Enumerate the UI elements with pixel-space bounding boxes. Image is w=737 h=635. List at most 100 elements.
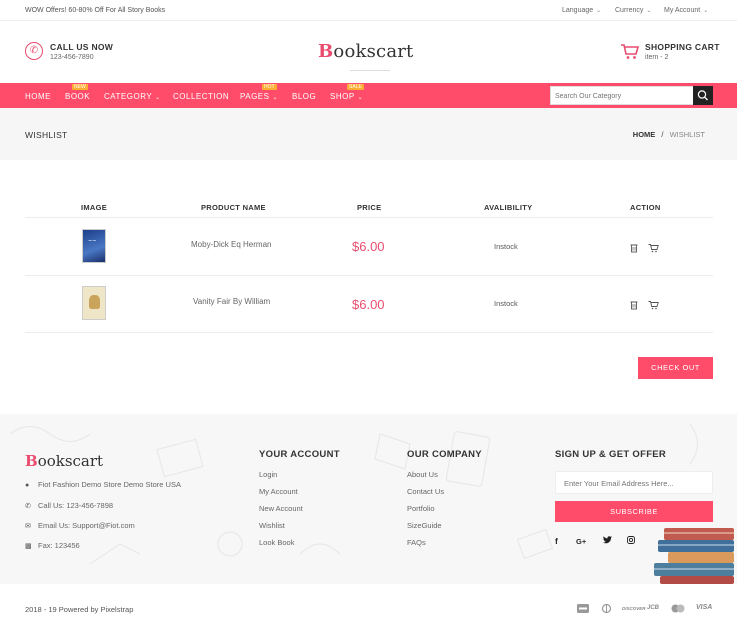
chevron-down-icon: ⌄ — [703, 8, 709, 14]
book-cover-image[interactable]: ~~ — [82, 229, 106, 263]
product-price: $6.00 — [352, 239, 385, 254]
visa-icon: VISA — [696, 604, 713, 611]
breadcrumb-current: WISHLIST — [669, 130, 705, 139]
search-box — [550, 86, 713, 105]
footer-link-portfolio[interactable]: Portfolio — [407, 504, 435, 513]
instagram-icon[interactable] — [627, 536, 635, 546]
shopping-cart-title[interactable]: SHOPPING CART — [645, 42, 720, 52]
footer-link-new-account[interactable]: New Account — [259, 504, 303, 513]
footer-fax: ▩ Fax: 123456 — [25, 541, 80, 550]
chevron-down-icon: ⌄ — [272, 95, 279, 101]
mastercard-icon — [670, 604, 686, 615]
footer-address: ● Fiot Fashion Demo Store Demo Store USA — [25, 480, 181, 489]
logo-letter: B — [25, 452, 38, 470]
books-stack-illustration — [654, 528, 734, 584]
column-header-price: PRICE — [357, 203, 382, 212]
site-logo[interactable]: Bookscart — [318, 41, 414, 62]
product-price: $6.00 — [352, 297, 385, 312]
nav-item-home[interactable]: HOME — [25, 92, 51, 101]
phone-icon: ✆ — [25, 503, 31, 510]
footer-link-look-book[interactable]: Look Book — [259, 538, 294, 547]
nav-item-pages[interactable]: PAGES ⌄ HOT — [240, 84, 279, 101]
address-text: Fiot Fashion Demo Store Demo Store USA — [38, 480, 181, 489]
breadcrumb: HOME / WISHLIST — [633, 130, 705, 139]
diners-icon — [601, 603, 612, 615]
your-account-heading: YOUR ACCOUNT — [259, 449, 340, 460]
search-button[interactable] — [693, 86, 713, 105]
cover-art: ~~ — [88, 238, 97, 244]
chevron-down-icon: ⌄ — [155, 95, 161, 101]
nav-item-shop[interactable]: SHOP ⌄ SALE — [330, 84, 364, 101]
footer-link-about-us[interactable]: About Us — [407, 470, 438, 479]
language-label: Language — [562, 7, 594, 14]
jcb-icon: JCB — [647, 605, 660, 611]
discover-icon: DISCOVER — [622, 606, 646, 611]
search-icon — [697, 90, 708, 101]
footer-link-my-account[interactable]: My Account — [259, 487, 298, 496]
footer — [0, 414, 737, 584]
phone-icon: ✆ — [25, 42, 43, 60]
our-company-heading: OUR COMPANY — [407, 449, 482, 460]
footer-link-login[interactable]: Login — [259, 470, 277, 479]
facebook-icon[interactable]: f — [555, 536, 558, 546]
account-label: My Account — [664, 7, 701, 14]
chevron-down-icon: ⌄ — [357, 95, 364, 101]
cover-art — [89, 295, 100, 309]
footer-link-faqs[interactable]: FAQs — [407, 538, 426, 547]
nav-item-collection[interactable]: COLLECTION — [173, 92, 229, 101]
page-title: WISHLIST — [25, 130, 68, 140]
product-name[interactable]: Vanity Fair By William — [193, 297, 270, 306]
cart-item-count: item - 2 — [645, 54, 669, 61]
column-header-product-name: PRODUCT NAME — [201, 203, 266, 212]
nav-label: SHOP — [330, 92, 355, 101]
google-plus-icon[interactable]: G+ — [576, 537, 586, 546]
search-input[interactable] — [555, 89, 690, 103]
book-cover-image[interactable] — [82, 286, 106, 320]
newsletter-email-input[interactable] — [564, 477, 704, 489]
copyright-text: 2018 - 19 Powered by Pixelstrap — [25, 605, 134, 614]
newsletter-box — [555, 471, 713, 494]
logo-text: ookscart — [37, 452, 104, 470]
availability-status: Instock — [494, 299, 518, 308]
call-us-title: CALL US NOW — [50, 42, 114, 52]
footer-phone: ✆ Call Us: 123-456-7898 — [25, 501, 113, 510]
signup-heading: SIGN UP & GET OFFER — [555, 449, 667, 460]
product-name[interactable]: Moby-Dick Eq Herman — [191, 240, 271, 249]
nav-label: CATEGORY — [104, 92, 153, 101]
logo-letter: B — [318, 41, 334, 62]
table-divider — [25, 332, 713, 333]
column-header-availability: AVALIBILITY — [484, 203, 533, 212]
footer-email: ✉ Email Us: Support@Fiot.com — [25, 521, 135, 530]
nav-label: BOOK — [65, 92, 91, 101]
twitter-icon[interactable] — [603, 536, 612, 546]
footer-link-contact-us[interactable]: Contact Us — [407, 487, 444, 496]
availability-status: Instock — [494, 242, 518, 251]
delete-icon[interactable] — [629, 240, 639, 253]
breadcrumb-section: WISHLIST HOME / WISHLIST — [0, 108, 737, 160]
currency-label: Currency — [615, 7, 644, 14]
call-us-number: 123-456-7890 — [50, 54, 94, 61]
new-badge: NEW — [72, 84, 88, 90]
breadcrumb-home[interactable]: HOME — [633, 130, 656, 139]
nav-item-blog[interactable]: BLOG — [292, 92, 316, 101]
mail-icon: ✉ — [25, 523, 31, 530]
footer-logo[interactable]: Bookscart — [25, 452, 103, 470]
logo-divider — [350, 70, 390, 71]
column-header-image: IMAGE — [81, 203, 108, 212]
subscribe-button[interactable]: SUBSCRIBE — [555, 501, 713, 522]
delete-icon[interactable] — [629, 297, 639, 310]
add-to-cart-icon[interactable] — [648, 297, 659, 310]
add-to-cart-icon[interactable] — [648, 240, 659, 253]
account-dropdown[interactable]: My Account ⌄ — [664, 7, 708, 14]
checkout-button[interactable]: CHECK OUT — [638, 357, 713, 379]
nav-item-book[interactable]: BOOK NEW — [65, 84, 91, 101]
currency-dropdown[interactable]: Currency ⌄ — [615, 7, 651, 14]
shopping-cart-icon[interactable] — [620, 42, 640, 60]
phone-text: Call Us: 123-456-7898 — [38, 501, 114, 510]
footer-link-wishlist[interactable]: Wishlist — [259, 521, 285, 530]
language-dropdown[interactable]: Language ⌄ — [562, 7, 601, 14]
fax-icon: ▩ — [25, 543, 32, 550]
footer-link-sizeguide[interactable]: SizeGuide — [407, 521, 442, 530]
chevron-down-icon: ⌄ — [596, 8, 602, 14]
nav-item-category[interactable]: CATEGORY ⌄ — [104, 92, 161, 101]
